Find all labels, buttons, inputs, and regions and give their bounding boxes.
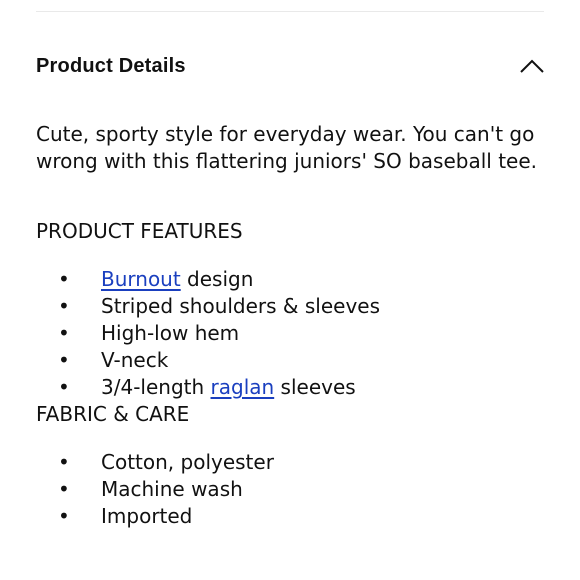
list-item: • V-neck xyxy=(36,347,546,374)
feature-text: Striped shoulders & sleeves xyxy=(101,294,381,318)
bullet-icon: • xyxy=(58,267,70,291)
raglan-link[interactable]: raglan xyxy=(211,375,275,399)
care-text: Cotton, polyester xyxy=(101,450,274,474)
feature-text: design xyxy=(180,267,254,291)
top-divider xyxy=(36,11,544,12)
list-item: • 3/4-length raglan sleeves xyxy=(36,374,546,401)
feature-text: High-low hem xyxy=(101,321,240,345)
product-features-heading: PRODUCT FEATURES xyxy=(36,219,243,243)
fabric-care-list: • Cotton, polyester • Machine wash • Imp… xyxy=(36,449,546,530)
product-details-accordion-header[interactable]: Product Details xyxy=(36,50,546,82)
bullet-icon: • xyxy=(58,450,70,474)
care-text: Imported xyxy=(101,504,193,528)
bullet-icon: • xyxy=(58,321,70,345)
list-item: • Burnout design xyxy=(36,266,546,293)
feature-text: sleeves xyxy=(274,375,356,399)
bullet-icon: • xyxy=(58,294,70,318)
chevron-up-icon[interactable] xyxy=(518,56,546,76)
list-item: • High-low hem xyxy=(36,320,546,347)
product-details-content: Cute, sporty style for everyday wear. Yo… xyxy=(36,121,546,530)
product-details-title: Product Details xyxy=(36,54,186,77)
fabric-care-heading: FABRIC & CARE xyxy=(36,402,190,426)
feature-text: 3/4-length xyxy=(101,375,211,399)
list-item: • Cotton, polyester xyxy=(36,449,546,476)
list-item: • Striped shoulders & sleeves xyxy=(36,293,546,320)
bullet-icon: • xyxy=(58,504,70,528)
care-text: Machine wash xyxy=(101,477,243,501)
list-item: • Imported xyxy=(36,503,546,530)
bullet-icon: • xyxy=(58,348,70,372)
bullet-icon: • xyxy=(58,375,70,399)
feature-text: V-neck xyxy=(101,348,169,372)
product-features-list: • Burnout design • Striped shoulders & s… xyxy=(36,266,546,401)
bullet-icon: • xyxy=(58,477,70,501)
burnout-link[interactable]: Burnout xyxy=(101,267,181,291)
product-description: Cute, sporty style for everyday wear. Yo… xyxy=(36,122,537,173)
list-item: • Machine wash xyxy=(36,476,546,503)
